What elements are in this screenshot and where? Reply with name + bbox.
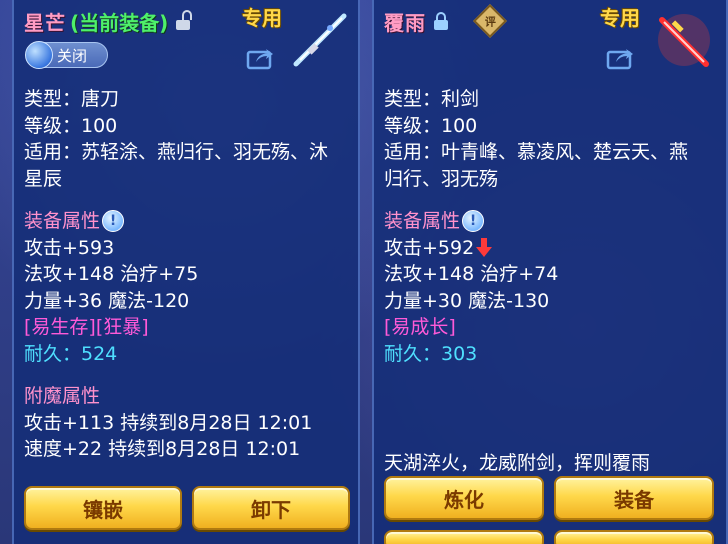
attributes-section: 装备属性 !	[384, 208, 718, 235]
share-icon[interactable]	[246, 46, 274, 70]
stat-attack: 攻击+593	[24, 236, 115, 259]
unequip-button[interactable]: 卸下	[192, 486, 350, 530]
item-name: 覆雨	[384, 10, 426, 35]
extra-button-2[interactable]	[554, 530, 714, 544]
info-alert-icon[interactable]: !	[102, 210, 125, 233]
item-details: 类型：利剑 等级：100 适用：叶青峰、慕凌风、楚云天、燕 归行、羽无殇 装备属…	[384, 86, 718, 367]
extra-button-1[interactable]	[384, 530, 544, 544]
item-applicable: 适用：苏轻涂、燕归行、羽无殇、沐	[24, 141, 329, 163]
info-alert-icon[interactable]: !	[462, 210, 485, 233]
unlock-icon[interactable]	[176, 10, 193, 30]
stat-strength-magic: 力量+30 魔法-130	[384, 289, 550, 312]
stat-durability: 耐久：303	[384, 342, 478, 365]
item-applicable-cont: 归行、羽无殇	[384, 167, 499, 190]
attributes-section: 装备属性 !	[24, 208, 350, 235]
attributes-title: 装备属性	[384, 210, 461, 232]
stat-special: [易成长]	[384, 316, 456, 338]
item-type: 类型：唐刀	[24, 88, 120, 110]
stat-attack-row: 攻击+592	[384, 235, 718, 262]
decrease-arrow-icon	[476, 238, 493, 258]
item-name: 星芒	[24, 10, 66, 35]
dao-weapon-icon	[293, 13, 347, 67]
refine-button-label: 炼化	[444, 487, 484, 512]
display-toggle[interactable]: 关闭	[25, 41, 108, 69]
compare-item-panel: 覆雨 评 专用 类型：利剑 等级：100 适用：叶青峰、慕凌风、楚云天、燕 归行…	[372, 0, 728, 544]
item-level: 等级：100	[384, 114, 478, 137]
inlay-button-label: 镶嵌	[83, 497, 123, 522]
item-applicable: 适用：叶青峰、慕凌风、楚云天、燕	[384, 141, 689, 163]
item-type: 类型：利剑	[384, 88, 480, 110]
stat-attack: 攻击+592	[384, 236, 475, 259]
stat-magic-heal: 法攻+148 治疗+75	[24, 263, 199, 285]
exclusive-badge: 专用	[242, 6, 282, 30]
item-details: 类型：唐刀 等级：100 适用：苏轻涂、燕归行、羽无殇、沐 星辰 装备属性 ! …	[24, 86, 350, 463]
rating-badge-icon[interactable]: 评	[473, 4, 507, 38]
enchant-section-title: 附魔属性	[24, 385, 101, 407]
equipped-item-panel: 星芒 (当前装备) 专用 关闭 类型：唐刀 等级：100 适用：苏轻涂、燕归行、…	[12, 0, 360, 544]
stat-special: [易生存][狂暴]	[24, 316, 149, 338]
inlay-button[interactable]: 镶嵌	[24, 486, 182, 530]
enchant-speed: 速度+22 持续到8月28日 12:01	[24, 438, 301, 460]
equipped-status: (当前装备)	[70, 10, 169, 35]
stat-durability: 耐久：524	[24, 342, 118, 365]
share-icon[interactable]	[606, 46, 634, 70]
attributes-title: 装备属性	[24, 210, 101, 232]
lock-icon[interactable]	[434, 12, 448, 30]
stat-magic-heal: 法攻+148 治疗+74	[384, 263, 559, 285]
sword-weapon-icon	[658, 14, 710, 67]
enchant-attack: 攻击+113 持续到8月28日 12:01	[24, 411, 313, 434]
equip-button-label: 装备	[614, 487, 654, 512]
unequip-button-label: 卸下	[251, 497, 291, 522]
item-level: 等级：100	[24, 114, 118, 137]
toggle-knob	[25, 41, 53, 69]
refine-button[interactable]: 炼化	[384, 476, 544, 520]
item-description: 天湖淬火，龙威附剑，挥则覆雨	[384, 452, 651, 474]
exclusive-badge: 专用	[600, 6, 640, 30]
stat-strength-magic: 力量+36 魔法-120	[24, 289, 190, 312]
item-applicable-cont: 星辰	[24, 167, 63, 190]
equip-button[interactable]: 装备	[554, 476, 714, 520]
toggle-label: 关闭	[57, 46, 88, 65]
